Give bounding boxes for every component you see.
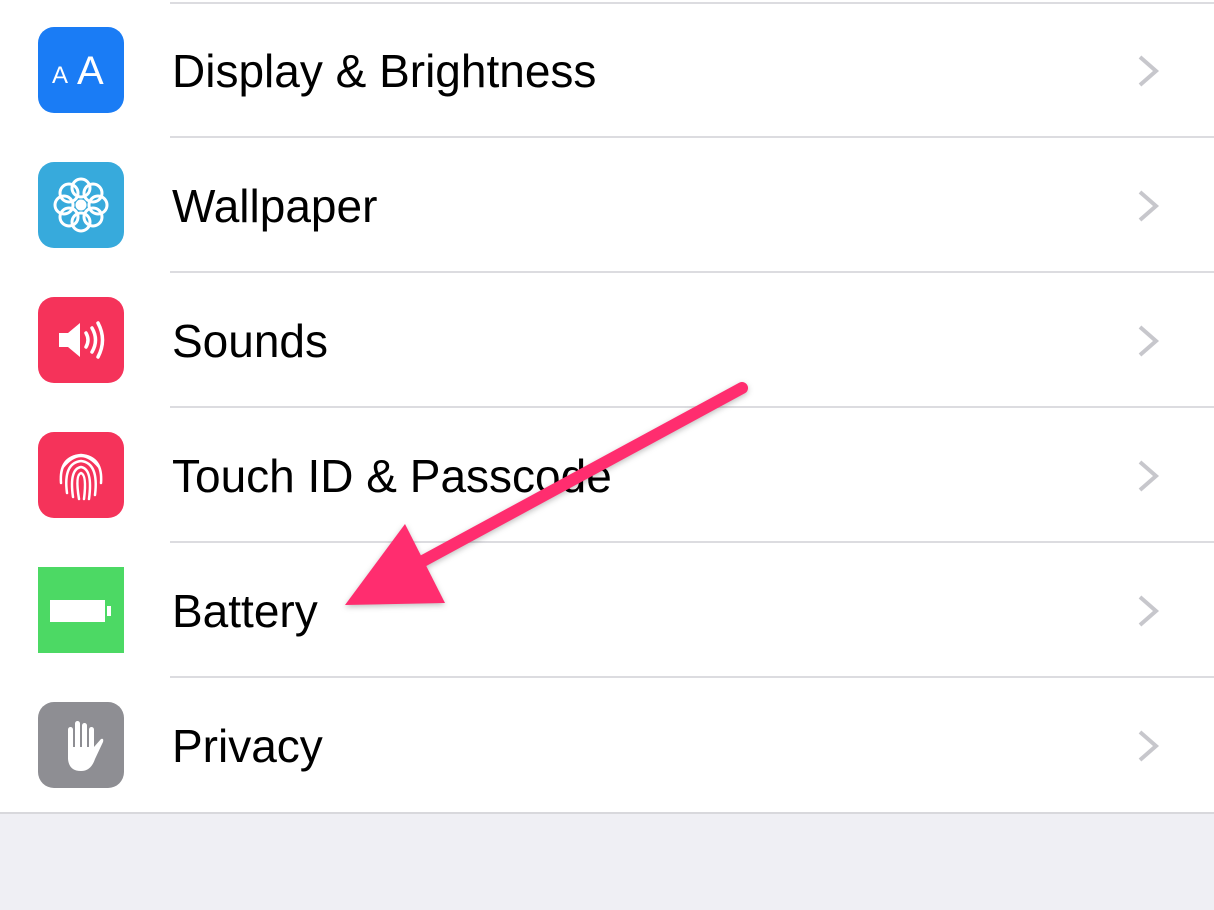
fingerprint-icon xyxy=(38,432,124,518)
chevron-right-icon xyxy=(1138,595,1160,627)
chevron-right-icon xyxy=(1138,325,1160,357)
chevron-right-icon xyxy=(1138,55,1160,87)
svg-text:A: A xyxy=(77,49,104,93)
settings-row-label: Battery xyxy=(172,585,318,637)
settings-row-label: Touch ID & Passcode xyxy=(172,450,612,502)
wallpaper-flower-icon xyxy=(38,162,124,248)
settings-row-battery[interactable]: Battery xyxy=(0,543,1214,678)
battery-icon xyxy=(38,567,124,653)
settings-row-label: Wallpaper xyxy=(172,180,378,232)
settings-list: AA Display & Brightness Wallpaper Sounds xyxy=(0,0,1214,814)
display-brightness-icon: AA xyxy=(38,27,124,113)
settings-row-sounds[interactable]: Sounds xyxy=(0,273,1214,408)
settings-row-wallpaper[interactable]: Wallpaper xyxy=(0,138,1214,273)
chevron-right-icon xyxy=(1138,190,1160,222)
settings-row-touch-id-passcode[interactable]: Touch ID & Passcode xyxy=(0,408,1214,543)
chevron-right-icon xyxy=(1138,460,1160,492)
speaker-icon xyxy=(38,297,124,383)
chevron-right-icon xyxy=(1138,730,1160,762)
settings-row-display-brightness[interactable]: AA Display & Brightness xyxy=(0,3,1214,138)
settings-row-label: Display & Brightness xyxy=(172,45,597,97)
settings-row-label: Sounds xyxy=(172,315,329,367)
settings-row-label: Privacy xyxy=(172,720,323,772)
settings-row-privacy[interactable]: Privacy xyxy=(0,678,1214,813)
hand-icon xyxy=(38,702,124,788)
svg-text:A: A xyxy=(52,62,68,89)
